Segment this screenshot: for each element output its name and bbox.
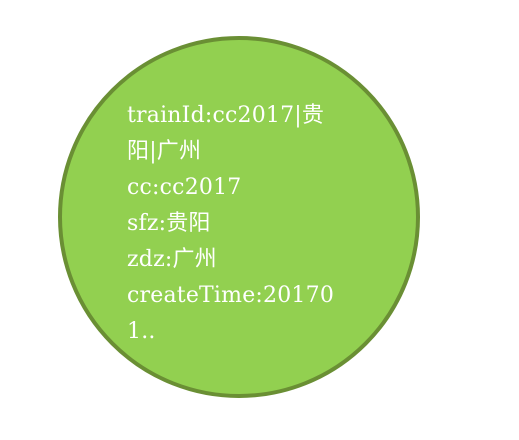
diagram-canvas: trainId:cc2017|贵 阳|广州 cc:cc2017 sfz:贵阳 z… bbox=[0, 0, 519, 440]
train-id-line-2: 阳|广州 bbox=[127, 139, 202, 164]
cc-line: cc:cc2017 bbox=[127, 175, 242, 200]
sfz-line: sfz:贵阳 bbox=[127, 211, 211, 236]
create-time-line-2: 1.. bbox=[127, 319, 156, 344]
train-id-line-1: trainId:cc2017|贵 bbox=[127, 103, 325, 128]
node-text-block: trainId:cc2017|贵 阳|广州 cc:cc2017 sfz:贵阳 z… bbox=[127, 98, 367, 350]
zdz-line: zdz:广州 bbox=[127, 247, 217, 272]
create-time-line-1: createTime:20170 bbox=[127, 283, 335, 308]
